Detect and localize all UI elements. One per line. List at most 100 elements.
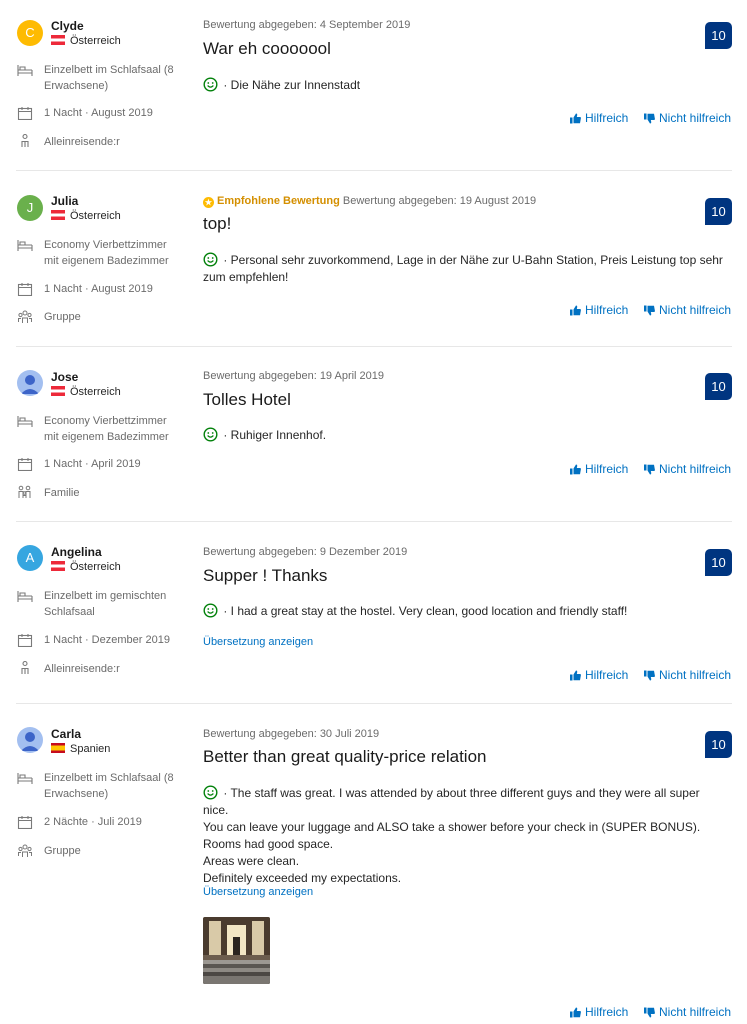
star-icon: ★	[203, 197, 214, 208]
reviewer-country: Österreich	[51, 210, 121, 222]
austria-flag-icon	[51, 35, 65, 45]
reviewer-name: Jose	[51, 370, 79, 384]
avatar	[17, 727, 43, 753]
review-title: top!	[203, 214, 232, 233]
smiley-icon	[203, 603, 218, 618]
stay-info: 2 Nächte · Juli 2019	[44, 816, 142, 828]
austria-flag-icon	[51, 386, 65, 396]
traveler-type: Alleinreisende:r	[44, 663, 120, 675]
stay-info: 1 Nacht · August 2019	[44, 107, 153, 119]
photo-thumbnail-image	[203, 917, 270, 984]
reviewer-country: Österreich	[51, 35, 121, 47]
not-helpful-button[interactable]: Nicht hilfreich	[644, 462, 731, 476]
not-helpful-button[interactable]: Nicht hilfreich	[644, 111, 731, 125]
show-translation-link[interactable]: Übersetzung anzeigen	[203, 636, 313, 648]
reviewer-name: Clyde	[51, 19, 84, 33]
divider	[16, 521, 732, 522]
default-avatar-icon	[21, 375, 39, 394]
helpful-button[interactable]: Hilfreich	[570, 668, 628, 682]
reviewer-country: Österreich	[51, 386, 121, 398]
review-date: Bewertung abgegeben: 9 Dezember 2019	[203, 546, 408, 558]
thumbs-down-icon	[644, 113, 655, 124]
bed-icon	[17, 65, 33, 76]
thumbs-up-icon	[570, 305, 581, 316]
review-title: War eh cooooool	[203, 39, 331, 58]
traveler-type: Gruppe	[44, 845, 81, 857]
austria-flag-icon	[51, 561, 65, 571]
stay-info: 1 Nacht · Dezember 2019	[44, 634, 170, 646]
calendar-icon	[17, 816, 33, 829]
stay-info: 1 Nacht · April 2019	[44, 458, 141, 470]
bed-icon	[17, 591, 33, 602]
smiley-icon	[203, 77, 218, 92]
room-type: Einzelbett im gemischten Schlafsaal	[44, 590, 167, 618]
comment-line: You can leave your luggage and ALSO take…	[203, 820, 701, 834]
review-photo[interactable]	[203, 917, 270, 984]
score-badge: 10	[705, 731, 732, 758]
helpful-button[interactable]: Hilfreich	[570, 1005, 628, 1019]
positive-comment: · Ruhiger Innenhof.	[203, 427, 723, 444]
comment-line: Definitely exceeded my expectations.	[203, 871, 402, 885]
bed-icon	[17, 773, 33, 784]
positive-comment: · Personal sehr zuvorkommend, Lage in de…	[203, 252, 723, 284]
traveler-type: Alleinreisende:r	[44, 136, 120, 148]
not-helpful-button[interactable]: Nicht hilfreich	[644, 1005, 731, 1019]
thumbs-down-icon	[644, 464, 655, 475]
reviewer-name: Angelina	[51, 545, 102, 559]
show-translation-link[interactable]: Übersetzung anzeigen	[203, 886, 313, 898]
reviewer-name: Carla	[51, 727, 82, 741]
helpful-button[interactable]: Hilfreich	[570, 303, 628, 317]
calendar-icon	[17, 283, 33, 296]
score-badge: 10	[705, 549, 732, 576]
austria-flag-icon	[51, 210, 65, 220]
calendar-icon	[17, 458, 33, 471]
review-title: Better than great quality-price relation	[203, 747, 487, 766]
score-badge: 10	[705, 22, 732, 49]
divider	[16, 703, 732, 704]
calendar-icon	[17, 634, 33, 647]
positive-comment: · Die Nähe zur Innenstadt	[203, 77, 723, 94]
traveler-type: Gruppe	[44, 311, 81, 323]
positive-comment: · The staff was great. I was attended by…	[203, 785, 723, 887]
divider	[16, 346, 732, 347]
helpful-button[interactable]: Hilfreich	[570, 111, 628, 125]
avatar	[17, 370, 43, 396]
not-helpful-button[interactable]: Nicht hilfreich	[644, 303, 731, 317]
smiley-icon	[203, 252, 218, 267]
thumbs-down-icon	[644, 1007, 655, 1018]
room-type: Einzelbett im Schlafsaal (8 Erwachsene)	[44, 64, 174, 92]
helpful-button[interactable]: Hilfreich	[570, 462, 628, 476]
room-type: Economy Vierbettzimmer mit eigenem Badez…	[44, 415, 169, 443]
thumbs-down-icon	[644, 670, 655, 681]
review-title: Supper ! Thanks	[203, 566, 328, 585]
positive-comment: · I had a great stay at the hostel. Very…	[203, 603, 723, 620]
default-avatar-icon	[21, 732, 39, 751]
calendar-icon	[17, 107, 33, 120]
stay-info: 1 Nacht · August 2019	[44, 283, 153, 295]
not-helpful-button[interactable]: Nicht hilfreich	[644, 668, 731, 682]
spain-flag-icon	[51, 743, 65, 753]
traveler-type: Familie	[44, 487, 80, 499]
room-type: Einzelbett im Schlafsaal (8 Erwachsene)	[44, 772, 174, 800]
thumbs-up-icon	[570, 113, 581, 124]
person-icon	[21, 134, 29, 147]
avatar: C	[17, 20, 43, 46]
bed-icon	[17, 416, 33, 427]
avatar: J	[17, 195, 43, 221]
group-icon	[18, 310, 32, 323]
score-badge: 10	[705, 373, 732, 400]
review-title: Tolles Hotel	[203, 390, 291, 409]
review-date: ★ Empfohlene Bewertung Bewertung abgegebe…	[203, 195, 537, 208]
featured-review-badge: ★ Empfohlene Bewertung	[203, 195, 340, 208]
smiley-icon	[203, 427, 218, 442]
group-icon	[18, 844, 32, 857]
review-date: Bewertung abgegeben: 4 September 2019	[203, 19, 411, 31]
room-type: Economy Vierbettzimmer mit eigenem Badez…	[44, 239, 169, 267]
score-badge: 10	[705, 198, 732, 225]
person-icon	[21, 661, 29, 674]
family-icon	[18, 485, 31, 498]
comment-line: · The staff was great. I was attended by…	[203, 785, 700, 817]
thumbs-up-icon	[570, 1007, 581, 1018]
avatar: A	[17, 545, 43, 571]
comment-line: Areas were clean.	[203, 854, 300, 868]
